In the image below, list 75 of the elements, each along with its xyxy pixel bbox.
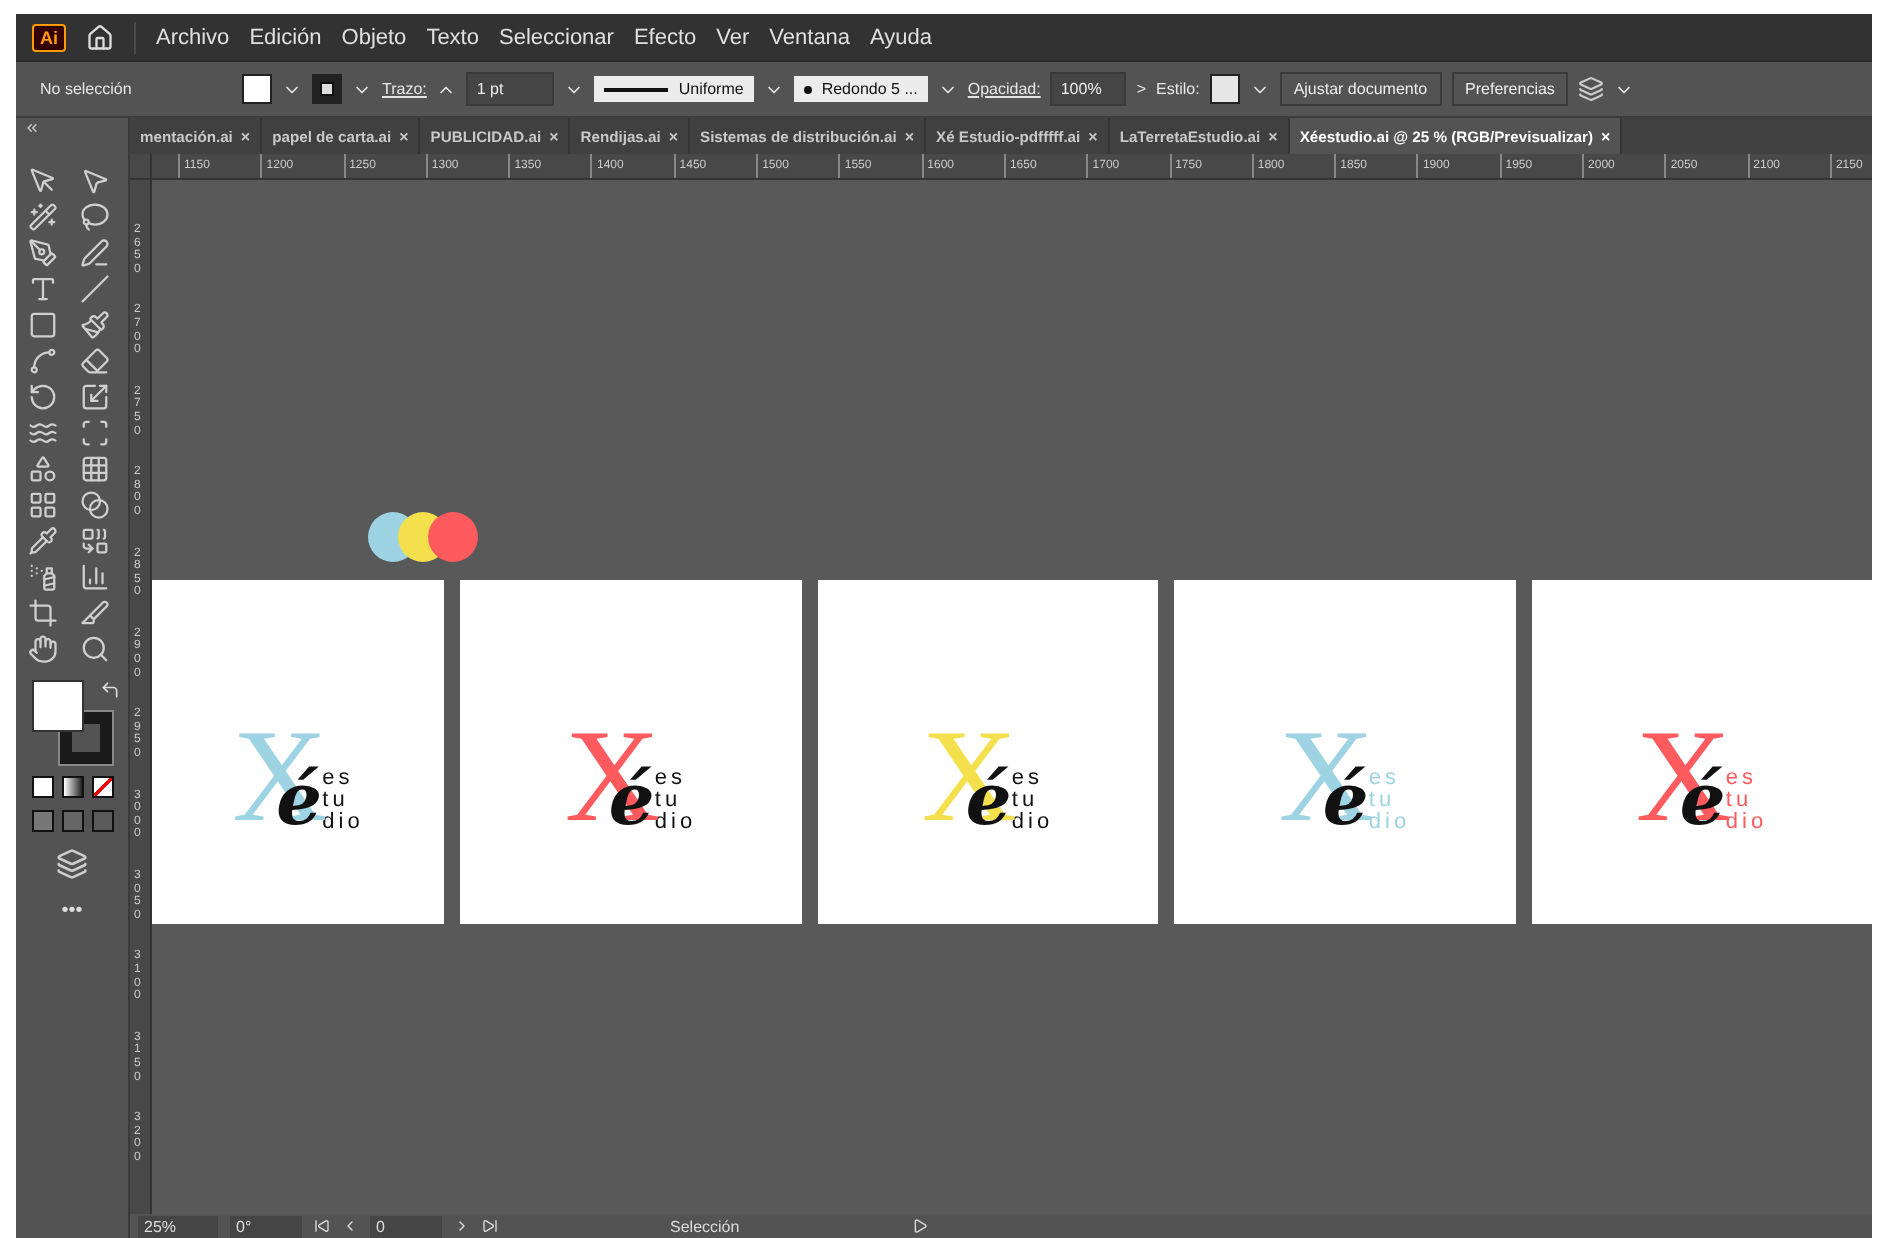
menu-item[interactable]: Ver	[716, 25, 750, 49]
warp-icon[interactable]	[28, 418, 58, 448]
toolbar-button[interactable]: Preferencias	[1451, 72, 1569, 106]
current-tool-label: Selección	[670, 1217, 740, 1235]
next-icon[interactable]	[454, 1218, 470, 1234]
line-icon[interactable]	[80, 274, 110, 304]
close-icon[interactable]: ×	[240, 127, 251, 145]
rotation-field[interactable]: 0°	[230, 1215, 302, 1237]
draw-inside-button[interactable]	[91, 810, 113, 832]
close-icon[interactable]: ×	[399, 127, 409, 145]
close-icon[interactable]: ×	[1088, 127, 1098, 145]
menu-item[interactable]: Seleccionar	[498, 25, 614, 49]
toolbar-button[interactable]: Ajustar documento	[1279, 72, 1442, 106]
menu-item[interactable]: Efecto	[633, 25, 697, 49]
curve-icon[interactable]	[28, 346, 58, 376]
first-artboard-icon[interactable]	[314, 1218, 330, 1234]
opacity-field[interactable]: 100%	[1050, 72, 1127, 106]
eraser-icon[interactable]	[80, 346, 110, 376]
rotate-icon[interactable]	[28, 382, 58, 412]
shapes-icon[interactable]	[28, 454, 58, 484]
fill-swatch[interactable]	[242, 74, 272, 104]
more-arrow[interactable]: >	[1136, 80, 1147, 98]
app-logo: Ai	[32, 23, 66, 51]
collapse-icon[interactable]	[24, 120, 40, 136]
stroke-swatch[interactable]	[312, 74, 342, 104]
gradient-mode-button[interactable]	[61, 776, 83, 798]
scale-icon[interactable]	[80, 382, 110, 412]
play-icon[interactable]	[911, 1218, 928, 1234]
menu-item[interactable]: Edición	[249, 25, 322, 49]
menu-item[interactable]: Archivo	[156, 25, 230, 49]
menu-item[interactable]: Ayuda	[870, 25, 933, 49]
close-icon[interactable]: ×	[1601, 127, 1611, 145]
magic-wand-icon[interactable]	[28, 202, 58, 232]
lasso-icon[interactable]	[80, 202, 110, 232]
opacity-label[interactable]: Opacidad:	[967, 80, 1041, 98]
zoom-field[interactable]: 25%	[138, 1215, 218, 1237]
close-icon[interactable]: ×	[668, 127, 678, 145]
none-mode-button[interactable]	[91, 776, 113, 798]
more-tools-button[interactable]: •••	[61, 900, 83, 922]
arrow-pointer-icon[interactable]	[28, 166, 58, 196]
stroke-weight-field[interactable]: 1 pt	[466, 72, 555, 106]
menu-item[interactable]: Texto	[426, 25, 479, 49]
pen-icon[interactable]	[28, 238, 58, 268]
brush-dropdown[interactable]: Redondo 5 ...	[793, 76, 928, 102]
draw-behind-button[interactable]	[61, 810, 83, 832]
bar-chart-icon[interactable]	[80, 562, 110, 592]
close-icon[interactable]: ×	[904, 127, 914, 145]
type-icon[interactable]	[28, 274, 58, 304]
color-mode-button[interactable]	[31, 776, 53, 798]
brush-dot-icon	[803, 85, 812, 93]
stroke-color-swatch[interactable]	[60, 712, 112, 764]
home-icon[interactable]	[86, 23, 114, 51]
perspective-grid-icon[interactable]	[80, 454, 110, 484]
selection-status: No selección	[40, 80, 134, 98]
draw-normal-button[interactable]	[31, 810, 53, 832]
hand-icon[interactable]	[28, 634, 58, 664]
close-icon[interactable]: ×	[1268, 127, 1278, 145]
style-label: Estilo:	[1156, 80, 1200, 98]
close-icon[interactable]: ×	[549, 127, 559, 145]
menu-item[interactable]: Objeto	[341, 25, 407, 49]
stroke-line-icon	[604, 87, 669, 91]
artboard-field[interactable]: 0	[370, 1215, 442, 1237]
style-swatch[interactable]	[1209, 74, 1240, 104]
zoom-icon[interactable]	[80, 634, 110, 664]
spray-can-icon[interactable]	[28, 562, 58, 592]
paintbrush-icon[interactable]	[80, 310, 110, 340]
previous-icon[interactable]	[342, 1218, 358, 1234]
stroke-profile-dropdown[interactable]: Uniforme	[594, 76, 754, 102]
rectangle-icon[interactable]	[28, 310, 58, 340]
stroke-label[interactable]: Trazo:	[382, 80, 427, 98]
swap-icon[interactable]	[100, 680, 120, 700]
last-artboard-icon[interactable]	[482, 1218, 498, 1234]
eyedropper-icon[interactable]	[28, 526, 58, 556]
menu-item[interactable]: Ventana	[769, 25, 851, 49]
fill-color-swatch[interactable]	[32, 680, 84, 732]
